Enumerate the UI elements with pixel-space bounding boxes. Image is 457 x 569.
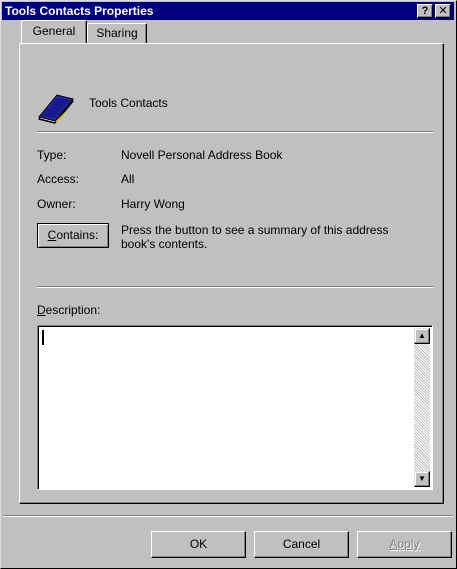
scroll-up-button[interactable]: ▲: [414, 328, 430, 344]
arrow-down-icon: ▼: [418, 474, 426, 483]
owner-label: Owner:: [37, 197, 76, 211]
type-label: Type:: [37, 148, 67, 162]
bottom-separator: [3, 515, 453, 517]
apply-label: Apply: [389, 537, 420, 551]
description-hotkey: D: [37, 303, 46, 317]
ok-button[interactable]: OK: [151, 531, 246, 558]
tab-sharing-label: Sharing: [96, 26, 138, 40]
apply-button[interactable]: Apply: [357, 531, 452, 558]
contains-button[interactable]: Contains:: [37, 223, 109, 248]
close-button[interactable]: ✕: [435, 4, 451, 18]
text-caret: [42, 330, 44, 345]
description-field[interactable]: ▲ ▼: [37, 325, 433, 490]
owner-value: Harry Wong: [121, 197, 185, 211]
title-bar[interactable]: Tools Contacts Properties ? ✕: [2, 2, 454, 20]
scroll-down-button[interactable]: ▼: [414, 471, 430, 487]
type-value: Novell Personal Address Book: [121, 148, 283, 162]
access-label: Access:: [37, 172, 80, 186]
properties-dialog: Tools Contacts Properties ? ✕ General Sh…: [0, 0, 457, 569]
contains-hint-line2: book's contents.: [121, 237, 208, 251]
tab-general-label: General: [32, 24, 76, 38]
contains-label: ontains:: [56, 228, 99, 242]
description-label-text: escription:: [45, 303, 101, 317]
description-scrollbar[interactable]: ▲ ▼: [414, 328, 430, 487]
window-title: Tools Contacts Properties: [5, 4, 154, 18]
help-button[interactable]: ?: [417, 4, 433, 18]
arrow-up-icon: ▲: [418, 331, 426, 340]
tab-sharing[interactable]: Sharing: [87, 23, 147, 43]
address-book-icon: [38, 94, 74, 124]
tab-general[interactable]: General: [21, 20, 87, 43]
access-value: All: [121, 172, 135, 186]
contains-hotkey: C: [47, 228, 57, 242]
contains-hint-line1: Press the button to see a summary of thi…: [121, 223, 389, 237]
middle-separator: [37, 286, 433, 288]
top-separator: [37, 131, 433, 133]
cancel-button[interactable]: Cancel: [254, 531, 349, 558]
close-icon: ✕: [438, 5, 448, 17]
description-label: Description:: [37, 303, 100, 317]
help-icon: ?: [421, 5, 429, 17]
address-book-name: Tools Contacts: [89, 96, 168, 110]
